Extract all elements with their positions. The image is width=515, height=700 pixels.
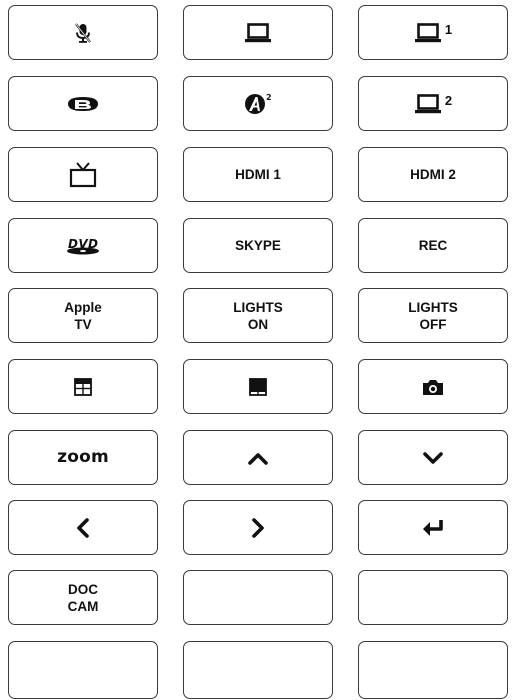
rec-button[interactable]: REC [358, 218, 508, 273]
zoom-button[interactable]: zoom [8, 430, 158, 485]
shade-up-icon [73, 377, 93, 397]
svg-text:DVD: DVD [68, 237, 98, 251]
blank-button[interactable] [358, 641, 508, 699]
blank-button[interactable] [8, 641, 158, 699]
source-number: 1 [444, 22, 453, 37]
button-label: HDMI 2 [410, 167, 456, 182]
bluray-button[interactable] [8, 76, 158, 131]
laptop-1-button[interactable]: 1 [358, 5, 508, 60]
button-label: SKYPE [235, 238, 281, 253]
chevron-right-button[interactable] [183, 500, 333, 555]
bluray-icon [66, 95, 100, 113]
shade-down-icon [248, 377, 268, 397]
lights-off-button[interactable]: LIGHTS OFF [358, 288, 508, 343]
button-label: DOC CAM [67, 581, 99, 614]
apple-tv-button[interactable]: Apple TV [8, 288, 158, 343]
laptop-2-button[interactable]: 2 [358, 76, 508, 131]
mic-muted-button[interactable] [8, 5, 158, 60]
blank-button[interactable] [183, 570, 333, 625]
chevron-right-icon [250, 517, 266, 539]
hdmi-2-button[interactable]: HDMI 2 [358, 147, 508, 202]
lights-on-button[interactable]: LIGHTS ON [183, 288, 333, 343]
laptop-button[interactable] [183, 5, 333, 60]
dvd-icon: DVD [65, 236, 101, 256]
source-number: 2 [444, 93, 453, 108]
blank-button[interactable] [183, 641, 333, 699]
chevron-left-icon [75, 517, 91, 539]
chevron-up-icon [247, 450, 269, 466]
laptop-icon [414, 22, 442, 44]
airmedia-icon: 2 [243, 92, 273, 116]
tv-button[interactable] [8, 147, 158, 202]
enter-icon [420, 517, 446, 539]
chevron-down-button[interactable] [358, 430, 508, 485]
skype-button[interactable]: SKYPE [183, 218, 333, 273]
chevron-up-button[interactable] [183, 430, 333, 485]
enter-button[interactable] [358, 500, 508, 555]
chevron-down-icon [422, 450, 444, 466]
blank-button[interactable] [358, 570, 508, 625]
laptop-icon [244, 22, 272, 44]
button-label: HDMI 1 [235, 167, 281, 182]
hdmi-1-button[interactable]: HDMI 1 [183, 147, 333, 202]
shade-down-button[interactable] [183, 359, 333, 414]
button-label: LIGHTS ON [233, 299, 283, 332]
camera-icon [421, 377, 445, 397]
airmedia-button[interactable]: 2 [183, 76, 333, 131]
doc-cam-button[interactable]: DOC CAM [8, 570, 158, 625]
dvd-button[interactable]: DVD [8, 218, 158, 273]
camera-button[interactable] [358, 359, 508, 414]
svg-text:2: 2 [266, 93, 272, 102]
button-label: Apple TV [64, 299, 102, 332]
button-label: LIGHTS OFF [408, 299, 458, 332]
mic-muted-icon [72, 22, 94, 44]
chevron-left-button[interactable] [8, 500, 158, 555]
control-panel-grid: 1 2 2 HDMI 1 HDMI 2 DVD SKYPE REC Apple TV LIGHTS… [0, 0, 515, 700]
tv-icon [68, 161, 98, 189]
button-label: REC [418, 238, 448, 253]
shade-up-button[interactable] [8, 359, 158, 414]
zoom-logo: zoom [57, 447, 109, 467]
laptop-icon [414, 93, 442, 115]
